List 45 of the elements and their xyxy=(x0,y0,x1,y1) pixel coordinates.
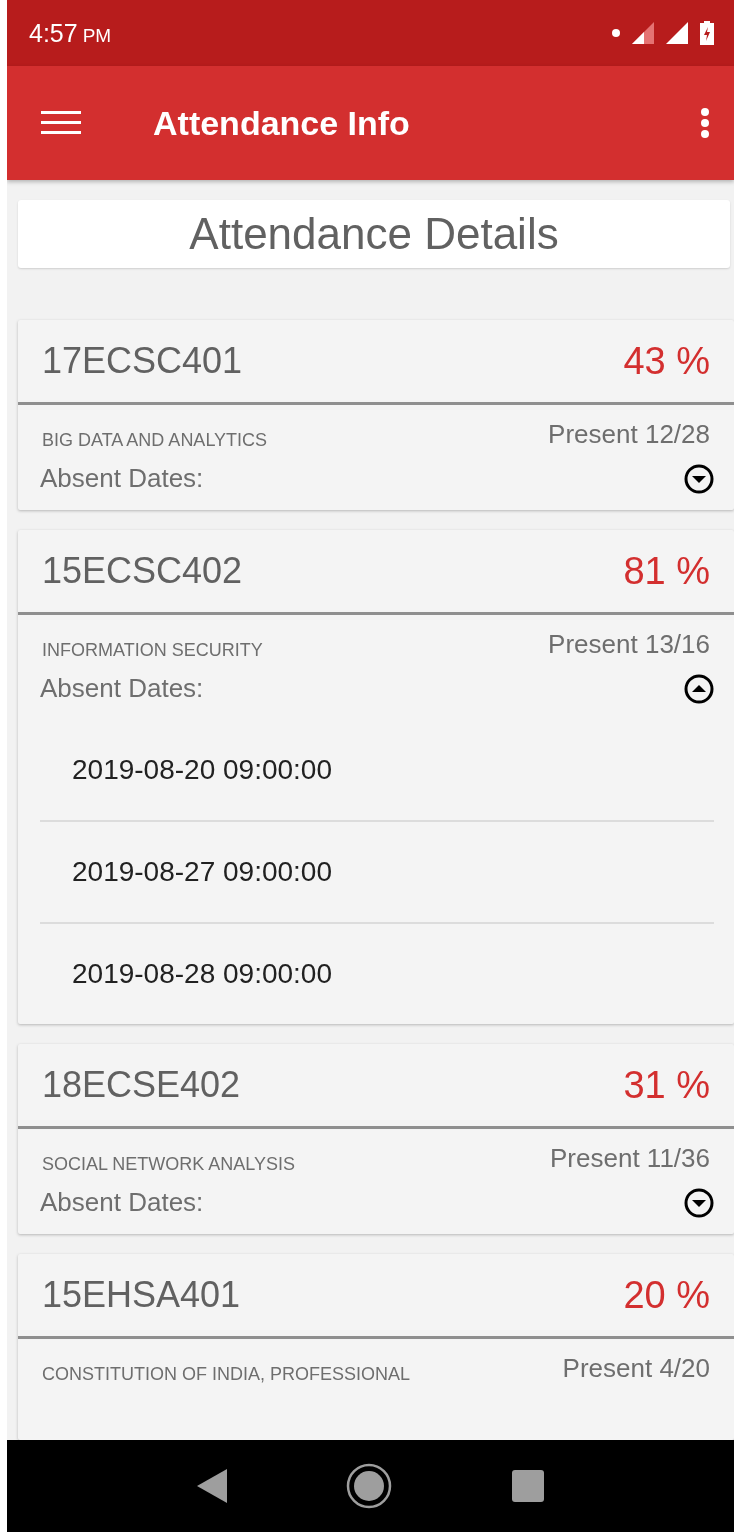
signal-icon xyxy=(666,22,688,44)
recents-button[interactable] xyxy=(512,1470,545,1502)
attendance-percent: 20 % xyxy=(623,1273,710,1317)
attendance-percent: 43 % xyxy=(623,339,710,383)
course-name: CONSTITUTION OF INDIA, PROFESSIONAL xyxy=(42,1363,411,1386)
back-button[interactable] xyxy=(196,1469,227,1503)
absent-dates-label: Absent Dates: xyxy=(40,463,204,494)
present-count: Present 13/16 xyxy=(548,629,710,660)
clock: 4:57 PM xyxy=(29,18,112,48)
attendance-percent: 81 % xyxy=(623,549,710,593)
more-vertical-icon xyxy=(700,107,710,139)
course-code: 18ECSE402 xyxy=(42,1064,241,1106)
course-name: BIG DATA AND ANALYTICS xyxy=(42,429,268,452)
course-code: 15ECSC402 xyxy=(42,550,243,592)
home-circle-icon xyxy=(346,1463,393,1509)
absent-dates-label: Absent Dates: xyxy=(40,673,204,704)
signal-icon xyxy=(632,22,654,44)
present-count: Present 4/20 xyxy=(562,1353,710,1384)
app-title: Attendance Info xyxy=(153,103,411,143)
chevron-up-circle-icon xyxy=(684,673,714,704)
chevron-down-circle-icon xyxy=(684,463,714,494)
attendance-percent: 31 % xyxy=(623,1063,710,1107)
expand-toggle[interactable] xyxy=(684,673,714,704)
menu-icon xyxy=(41,109,81,137)
present-count: Present 11/36 xyxy=(550,1143,710,1174)
course-code: 17ECSC401 xyxy=(42,340,243,382)
expand-toggle[interactable] xyxy=(684,1187,714,1218)
home-button[interactable] xyxy=(346,1463,393,1509)
present-count: Present 12/28 xyxy=(548,419,710,450)
course-name: SOCIAL NETWORK ANALYSIS xyxy=(42,1153,296,1176)
square-icon xyxy=(512,1470,545,1502)
absent-date: 2019-08-20 09:00:00 xyxy=(72,754,332,786)
page-heading: Attendance Details xyxy=(189,209,559,259)
back-triangle-icon xyxy=(196,1469,227,1503)
menu-button[interactable] xyxy=(41,109,81,137)
expand-toggle[interactable] xyxy=(684,463,714,494)
battery-charging-icon xyxy=(700,21,714,45)
course-code: 15EHSA401 xyxy=(42,1274,241,1316)
dot-icon xyxy=(612,29,620,37)
course-name: INFORMATION SECURITY xyxy=(42,639,263,662)
absent-date: 2019-08-27 09:00:00 xyxy=(72,856,332,888)
absent-dates-label: Absent Dates: xyxy=(40,1187,204,1218)
chevron-down-circle-icon xyxy=(684,1187,714,1218)
overflow-menu-button[interactable] xyxy=(700,107,710,139)
absent-date: 2019-08-28 09:00:00 xyxy=(72,958,332,990)
